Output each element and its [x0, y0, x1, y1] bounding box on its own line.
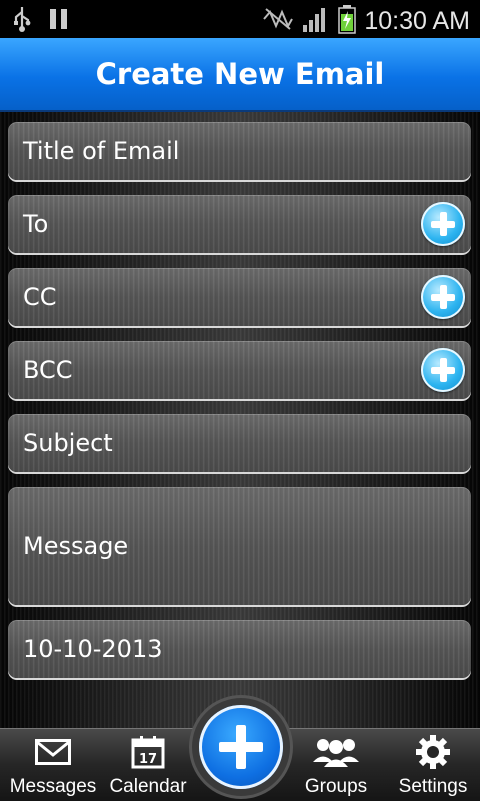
bcc-field[interactable]: BCC	[8, 341, 471, 399]
app-header: Create New Email	[0, 38, 480, 112]
nav-settings[interactable]: Settings	[388, 729, 478, 801]
bcc-field-text: BCC	[23, 356, 73, 384]
envelope-icon	[35, 735, 71, 769]
date-field[interactable]: 10-10-2013	[8, 620, 471, 678]
to-field[interactable]: To	[8, 195, 471, 253]
add-bcc-recipient-button[interactable]	[421, 348, 465, 392]
status-bar: 10:30 AM	[0, 0, 480, 38]
gear-icon	[415, 735, 451, 769]
message-field-text: Message	[23, 532, 129, 560]
add-cc-recipient-button[interactable]	[421, 275, 465, 319]
battery-charging-icon	[338, 4, 357, 39]
calendar-icon-day: 17	[139, 752, 157, 767]
signal-bars-icon	[302, 5, 330, 38]
subject-field[interactable]: Subject	[8, 414, 471, 472]
nav-calendar[interactable]: 17 Calendar	[102, 729, 194, 801]
group-icon	[312, 735, 360, 769]
nav-settings-label: Settings	[398, 776, 468, 797]
clock: 10:30 AM	[364, 7, 470, 35]
pause-icon	[48, 7, 70, 36]
cc-field[interactable]: CC	[8, 268, 471, 326]
title-field[interactable]: Title of Email	[8, 122, 471, 180]
add-to-recipient-button[interactable]	[421, 202, 465, 246]
plus-icon	[199, 705, 283, 789]
nav-messages[interactable]: Messages	[4, 729, 102, 801]
calendar-icon: 17	[131, 735, 165, 769]
date-field-text: 10-10-2013	[23, 635, 163, 663]
cc-field-text: CC	[23, 283, 57, 311]
usb-icon	[12, 6, 32, 37]
no-signal-icon	[262, 6, 294, 37]
message-field[interactable]: Message	[8, 487, 471, 605]
nav-messages-label: Messages	[9, 776, 97, 797]
page-title: Create New Email	[95, 57, 385, 91]
title-field-text: Title of Email	[23, 137, 180, 165]
nav-groups-label: Groups	[304, 776, 368, 797]
nav-groups[interactable]: Groups	[296, 729, 376, 801]
to-field-text: To	[23, 210, 49, 238]
subject-field-text: Subject	[23, 429, 113, 457]
create-email-button[interactable]	[192, 698, 290, 796]
nav-calendar-label: Calendar	[109, 776, 187, 797]
